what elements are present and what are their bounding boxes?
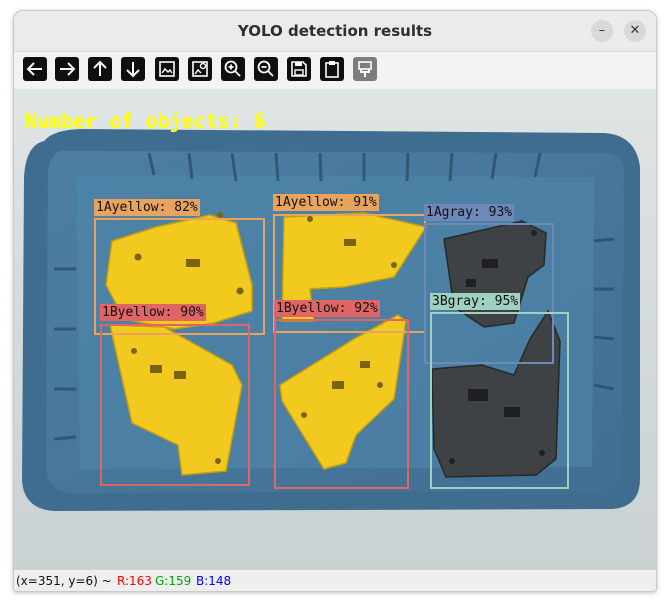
arrow-down-icon	[126, 62, 140, 78]
close-button[interactable]: ✕	[624, 20, 646, 42]
minimize-icon: –	[598, 23, 606, 38]
save-button[interactable]	[287, 57, 311, 81]
pixel-blue-value: B:148	[196, 574, 232, 588]
arrow-up-icon	[93, 60, 107, 76]
down-button[interactable]	[121, 57, 145, 81]
detection-box	[274, 319, 409, 489]
properties-button[interactable]	[353, 57, 377, 81]
back-button[interactable]	[23, 57, 47, 81]
detection-label: 1Ayellow: 91%	[273, 194, 379, 211]
image-icon	[159, 61, 175, 77]
zoom-in-button[interactable]	[221, 57, 245, 81]
image-settings-icon	[192, 61, 208, 77]
title-bar: YOLO detection results – ✕	[14, 11, 656, 52]
arrow-left-icon	[26, 62, 42, 76]
copy-button[interactable]	[320, 57, 344, 81]
detection-box	[100, 324, 250, 486]
detection-label: 1Byellow: 92%	[274, 300, 380, 317]
detection-box	[430, 312, 569, 489]
status-bar: (x=351, y=6) ~ R:163 G:159 B:148	[14, 569, 656, 591]
pixel-red-value: R:163	[117, 574, 152, 588]
forward-button[interactable]	[55, 57, 79, 81]
image-button[interactable]	[155, 57, 179, 81]
zoom-out-button[interactable]	[254, 57, 278, 81]
image-settings-button[interactable]	[188, 57, 212, 81]
clipboard-icon	[325, 61, 339, 78]
detection-label: 1Ayellow: 82%	[94, 199, 200, 216]
detection-label: 3Bgray: 95%	[430, 293, 521, 310]
app-window: YOLO detection results – ✕ Number of obj…	[13, 10, 657, 592]
save-icon	[291, 61, 307, 77]
brush-icon	[358, 61, 372, 77]
arrow-right-icon	[60, 62, 76, 76]
object-count-overlay: Number of objects: 6	[25, 109, 266, 133]
image-viewport[interactable]: Number of objects: 6 1Ayellow: 82% 1Ayel…	[14, 89, 656, 569]
pixel-green-value: G:159	[155, 574, 192, 588]
cursor-coords: (x=351, y=6) ~	[16, 574, 112, 588]
zoom-in-icon	[224, 60, 241, 77]
window-title: YOLO detection results	[237, 22, 433, 40]
detection-label: 1Byellow: 90%	[100, 304, 206, 321]
toolbar	[14, 52, 656, 88]
up-button[interactable]	[88, 57, 112, 81]
zoom-out-icon	[257, 60, 274, 77]
close-icon: ✕	[629, 23, 641, 38]
detection-label: 1Agray: 93%	[424, 204, 515, 221]
minimize-button[interactable]: –	[591, 20, 613, 42]
